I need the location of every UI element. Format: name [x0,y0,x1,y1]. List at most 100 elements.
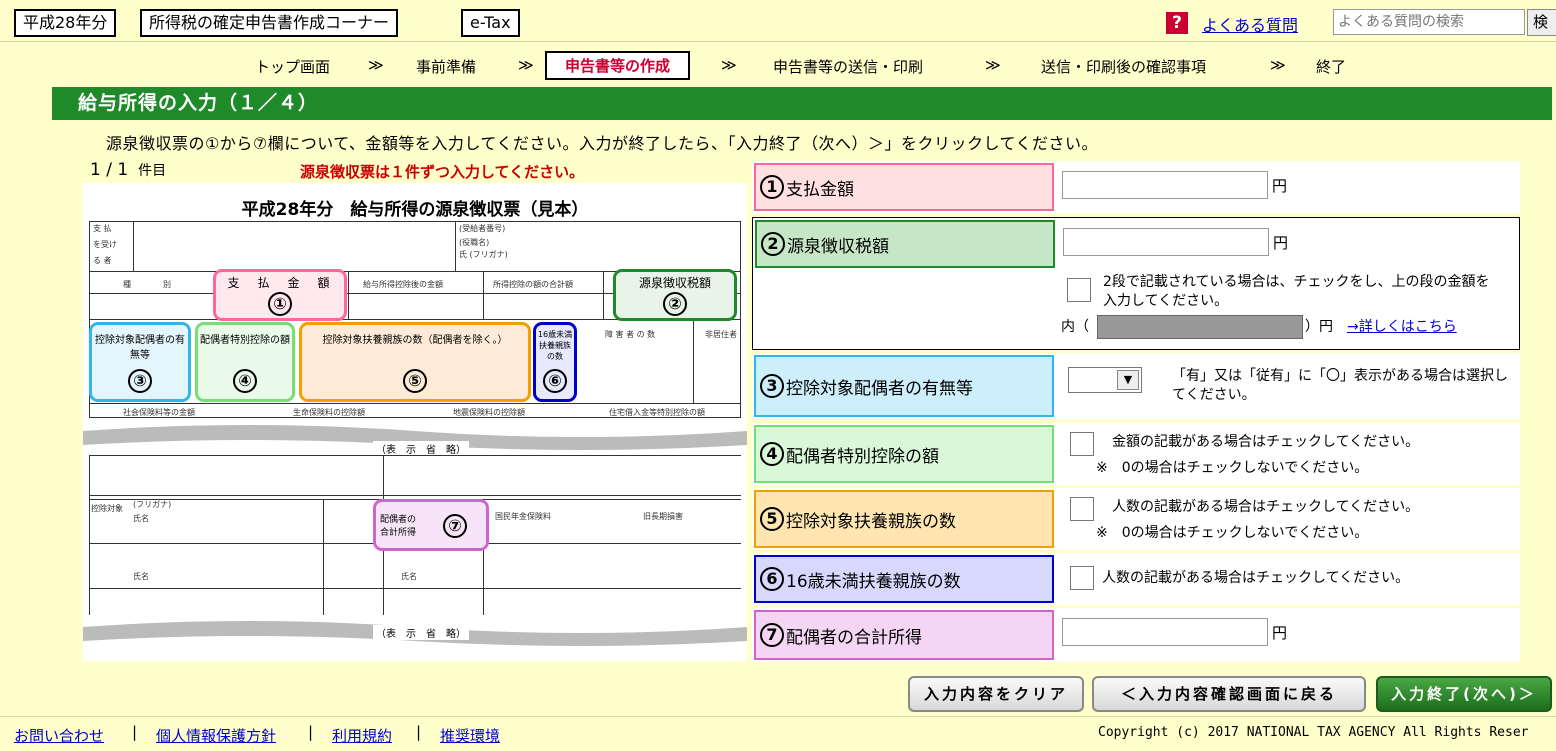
slip-circle-4: ④ [233,369,257,393]
step-separator: ≫ [368,56,384,74]
detail-link[interactable]: →詳しくはこちら [1347,318,1457,337]
step-top: トップ画面 [255,58,331,76]
help-question-icon[interactable]: ? [1166,12,1188,34]
slip-highlight-4: 配偶者特別控除の額 ④ [195,322,295,402]
slip-title: 平成28年分 給与所得の源泉徴収票（見本） [241,200,589,220]
slip-spouse-special-label: 配偶者特別控除の額 [200,335,290,346]
under16-note: 人数の記載がある場合はチェックしてください。 [1102,570,1410,586]
row-spouse-deduction: 3 控除対象配偶者の有無等 ▼ 「有」又は「従有」に「〇」表示がある場合は選択して… [752,353,1520,419]
row-spouse-special: 4 配偶者特別控除の額 金額の記載がある場合はチェックしてください。 ※ 0の場合… [752,423,1520,485]
step-finish: 終了 [1316,58,1347,76]
footer: お問い合わせ | 個人情報保護方針 | 利用規約 | 推奨環境 Copyrigh… [0,716,1556,751]
dependents-sub: ※ 0の場合はチェックしないでください。 [1096,525,1369,541]
footer-link-privacy[interactable]: 個人情報保護方針 [156,725,276,746]
footer-link-environment[interactable]: 推奨環境 [440,725,500,746]
faq-link[interactable]: よくある質問 [1202,12,1298,36]
back-to-confirm-button[interactable]: ＜入力内容確認画面に戻る [1092,676,1366,712]
dependents-text: 控除対象扶養親族の数 [786,511,956,532]
step-confirm: 送信・印刷後の確認事項 [1041,58,1207,76]
tax-year-label: 平成28年分 [14,9,117,37]
label-under16: 6 16歳未満扶養親族の数 [754,555,1054,603]
spouse-deduction-text: 控除対象配偶者の有無等 [786,378,973,399]
step-separator: ≫ [985,56,1001,74]
under16-checkbox[interactable] [1070,566,1094,590]
spouse-special-checkbox[interactable] [1070,432,1094,456]
label-dependents: 5 控除対象扶養親族の数 [754,490,1054,548]
slip-circle-1: ① [268,292,292,316]
row-dependents: 5 控除対象扶養親族の数 人数の記載がある場合はチェックしてください。 ※ 0の場… [752,488,1520,550]
footer-separator: | [416,723,422,741]
slip-highlight-5: 控除対象扶養親族の数（配偶者を除く。） ⑤ [299,322,531,402]
slip-circle-5: ⑤ [403,369,427,393]
footer-link-contact[interactable]: お問い合わせ [14,725,104,746]
step-create-return: 申告書等の作成 [545,51,691,80]
withholding-tax-input[interactable] [1063,228,1269,256]
slip-highlight-6: 16歳未満扶養親族の数 ⑥ [533,322,577,402]
page-title: 給与所得の入力（１／４） [52,87,1552,120]
slip-spouse-income-label: 配偶者の合計所得 [380,515,417,538]
slip-highlight-2: 源泉徴収税額 ② [613,269,737,321]
row-under16: 6 16歳未満扶養親族の数 人数の記載がある場合はチェックしてください。 [752,553,1520,605]
yen-unit: 円 [1272,624,1288,642]
two-tier-note: 2段で記載されている場合は、チェックをし、上の段の金額を入力してください。 [1103,274,1490,309]
step-preparation: 事前準備 [416,58,477,76]
dependents-checkbox[interactable] [1070,497,1094,521]
row-withholding-tax: 2 源泉徴収税額 円 2段で記載されている場合は、チェックをし、上の段の金額を入力… [752,217,1520,350]
faq-search-button[interactable]: 検 [1527,9,1556,36]
next-button[interactable]: 入力終了(次へ)＞ [1376,676,1552,712]
omission-label: （表 示 省 略） [373,441,469,456]
slip-highlight-1: 支 払 金 額 ① [213,269,347,321]
circled-number-5: 5 [760,507,784,531]
withholding-tax-text: 源泉徴収税額 [787,236,889,257]
one-slip-note: 源泉徴収票は１件ずつ入力してください。 [300,163,585,181]
step-separator: ≫ [1270,56,1286,74]
slip-spouse-label: 控除対象配偶者の有無等 [95,335,185,361]
row-payment-amount: 1 支払金額 円 [752,161,1520,213]
circled-number-6: 6 [760,567,784,591]
footer-link-terms[interactable]: 利用規約 [332,725,392,746]
slip-highlight-3: 控除対象配偶者の有無等 ③ [89,322,191,402]
under16-text: 16歳未満扶養親族の数 [786,571,961,592]
slip-circle-2: ② [663,292,687,316]
slip-withholding-label: 源泉徴収税額 [638,276,711,290]
corner-title: 所得税の確定申告書作成コーナー [140,9,399,37]
footer-separator: | [132,723,138,741]
spouse-income-text: 配偶者の合計所得 [786,627,922,648]
circled-number-4: 4 [760,442,784,466]
yen-unit: 円 [1273,234,1289,252]
circled-number-2: 2 [761,232,785,256]
label-withholding-tax: 2 源泉徴収税額 [755,220,1055,268]
omission-label: （表 示 省 略） [373,625,469,640]
slip-circle-7: ⑦ [443,514,467,538]
spouse-special-text: 配偶者特別控除の額 [786,446,939,467]
inner-amount-input [1097,315,1303,339]
slip-payment-label: 支 払 金 額 [227,276,333,290]
two-tier-checkbox[interactable] [1067,278,1091,302]
circled-number-3: 3 [760,374,784,398]
inner-unit: ）円 [1305,319,1333,335]
spouse-income-input[interactable] [1062,618,1268,646]
slip-dependents-label: 控除対象扶養親族の数（配偶者を除く。） [322,335,508,346]
step-navigation: トップ画面 ≫ 事前準備 ≫ 申告書等の作成 ≫ 申告書等の送信・印刷 ≫ 送信… [0,50,1556,80]
faq-search-input[interactable] [1333,9,1525,35]
dependents-note: 人数の記載がある場合はチェックしてください。 [1112,499,1420,515]
clear-button[interactable]: 入力内容をクリア [908,676,1084,712]
label-spouse-income: 7 配偶者の合計所得 [754,610,1054,660]
circled-number-1: 1 [760,175,784,199]
counter-value: 1 / 1 [90,160,129,180]
etax-label: e-Tax [461,9,520,37]
copyright: Copyright (c) 2017 NATIONAL TAX AGENCY A… [1098,725,1529,740]
spouse-deduction-select[interactable]: ▼ [1068,367,1142,393]
payment-amount-input[interactable] [1062,171,1268,199]
label-spouse-special: 4 配偶者特別控除の額 [754,425,1054,483]
instruction-text: 源泉徴収票の①から⑦欄について、金額等を入力してください。入力が終了したら、「入… [106,134,1098,153]
slip-circle-6: ⑥ [543,369,567,393]
label-spouse-deduction: 3 控除対象配偶者の有無等 [754,355,1054,417]
chevron-down-icon[interactable]: ▼ [1117,370,1139,390]
spouse-special-note: 金額の記載がある場合はチェックしてください。 [1112,434,1420,450]
circled-number-7: 7 [760,623,784,647]
spouse-deduction-note: 「有」又は「従有」に「〇」表示がある場合は選択してください。 [1172,368,1508,403]
label-payment-amount: 1 支払金額 [754,163,1054,211]
top-header: 平成28年分 所得税の確定申告書作成コーナー e-Tax ? よくある質問 検 [0,0,1556,42]
step-separator: ≫ [518,56,534,74]
